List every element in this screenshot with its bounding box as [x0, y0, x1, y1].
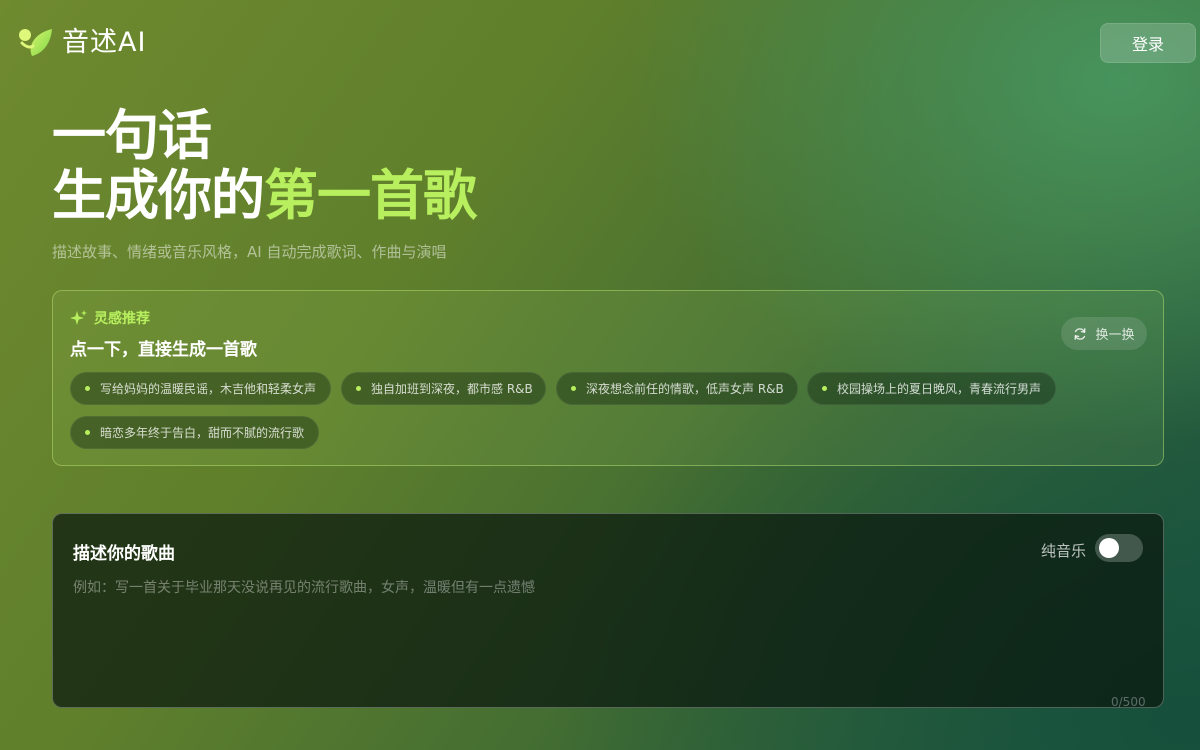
- chip-dot-icon: [85, 430, 90, 435]
- song-description-input[interactable]: [73, 578, 1143, 688]
- refresh-button[interactable]: 换一换: [1061, 317, 1147, 350]
- chip-dot-icon: [571, 386, 576, 391]
- hero-line-1: 一句话: [52, 104, 212, 167]
- inspiration-chip[interactable]: 暗恋多年终于告白，甜而不腻的流行歌: [70, 416, 319, 449]
- song-description-title: 描述你的歌曲: [73, 544, 175, 564]
- hero-line-2: 生成你的第一首歌: [52, 164, 477, 227]
- refresh-label: 换一换: [1095, 328, 1135, 343]
- brand-name: 音述AI: [62, 27, 147, 58]
- chip-dot-icon: [356, 386, 361, 391]
- chip-label: 独自加班到深夜，都市感 R&B: [371, 382, 533, 396]
- refresh-icon: [1074, 327, 1086, 340]
- chip-label: 深夜想念前任的情歌，低声女声 R&B: [586, 382, 784, 396]
- login-button[interactable]: 登录: [1100, 23, 1196, 63]
- inspiration-chip[interactable]: 写给妈妈的温暖民谣，木吉他和轻柔女声: [70, 372, 331, 405]
- pure-music-toggle[interactable]: [1095, 534, 1143, 562]
- pure-music-label: 纯音乐: [1041, 542, 1087, 560]
- inspiration-subtitle: 点一下，直接生成一首歌: [70, 340, 257, 360]
- chip-label: 校园操场上的夏日晚风，青春流行男声: [837, 382, 1042, 396]
- brand-logo[interactable]: 音述AI: [18, 26, 146, 60]
- hero-title: 一句话 生成你的第一首歌: [52, 104, 477, 227]
- inspiration-chip[interactable]: 校园操场上的夏日晚风，青春流行男声: [807, 372, 1056, 405]
- chip-label: 写给妈妈的温暖民谣，木吉他和轻柔女声: [100, 382, 317, 396]
- hero-line-2-accent: 第一首歌: [264, 164, 477, 227]
- sparkle-icon: [70, 309, 87, 325]
- chip-dot-icon: [85, 386, 90, 391]
- char-count: 0/500: [1111, 695, 1146, 709]
- toggle-knob: [1099, 538, 1119, 558]
- inspiration-title: 灵感推荐: [94, 311, 150, 327]
- inspiration-chip[interactable]: 深夜想念前任的情歌，低声女声 R&B: [556, 372, 798, 405]
- inspiration-card: 灵感推荐 点一下，直接生成一首歌 换一换 写给妈妈的温暖民谣，木吉他和轻柔女声 …: [52, 290, 1164, 466]
- inspiration-chip[interactable]: 独自加班到深夜，都市感 R&B: [341, 372, 546, 405]
- song-description-card: 描述你的歌曲 纯音乐 0/500: [52, 513, 1164, 709]
- hero-subtitle: 描述故事、情绪或音乐风格，AI 自动完成歌词、作曲与演唱: [52, 243, 447, 261]
- hero-line-2-prefix: 生成你的: [52, 164, 265, 227]
- music-leaf-logo-icon: [19, 29, 52, 56]
- top-header: 音述AI 登录: [0, 0, 1200, 84]
- chip-label: 暗恋多年终于告白，甜而不腻的流行歌: [100, 426, 305, 440]
- inspiration-header: 灵感推荐: [70, 308, 150, 328]
- chip-dot-icon: [822, 386, 827, 391]
